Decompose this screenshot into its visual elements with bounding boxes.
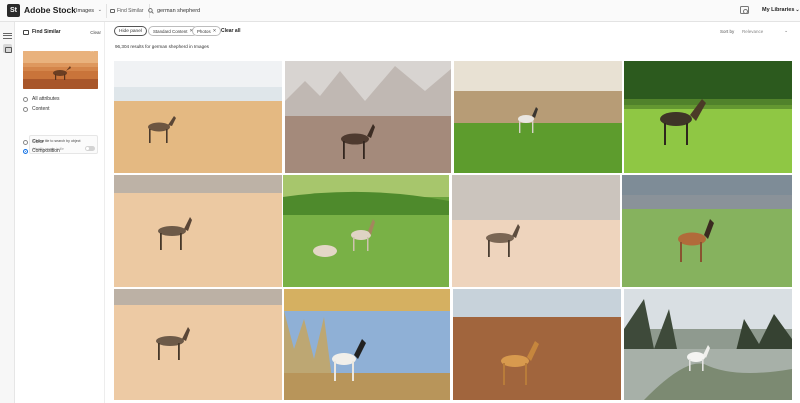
image-icon — [110, 9, 115, 13]
option-composition[interactable]: Composition — [23, 148, 60, 154]
find-similar-button[interactable]: Find Similar — [110, 4, 151, 18]
chip-label: Standard Content — [153, 28, 188, 34]
option-label: Color — [32, 139, 44, 145]
visual-search-icon[interactable] — [3, 44, 12, 53]
filter-chip-photos[interactable]: Photos ✕ — [192, 26, 222, 36]
chip-label: Photos — [197, 28, 211, 34]
clear-all-button[interactable]: Clear all — [221, 28, 240, 34]
result-image[interactable] — [284, 289, 450, 400]
libraries-label: My Libraries — [762, 7, 795, 13]
result-image[interactable] — [622, 175, 792, 287]
brand-name[interactable]: Adobe Stock — [24, 5, 76, 15]
find-similar-label: Find Similar — [117, 8, 144, 14]
sort-select[interactable]: Relevance ⌄ — [740, 27, 792, 35]
adobe-stock-logo[interactable]: St — [7, 4, 20, 17]
left-rail — [0, 22, 15, 403]
hide-panel-label: Hide panel — [119, 28, 142, 34]
close-icon[interactable]: ✕ — [90, 48, 95, 54]
image-icon — [23, 29, 29, 35]
result-image[interactable] — [114, 289, 282, 400]
find-similar-panel: Find Similar Clear ✕ All attributes Cont… — [15, 22, 105, 403]
identify-people-toggle[interactable] — [85, 146, 95, 151]
result-image[interactable] — [624, 289, 792, 400]
radio-icon — [23, 96, 28, 102]
result-image[interactable] — [114, 61, 282, 173]
hide-panel-button[interactable]: Hide panel — [114, 26, 147, 36]
filter-icon[interactable] — [3, 31, 12, 40]
libraries-menu[interactable]: My Libraries⌄ — [762, 7, 800, 13]
panel-title: Find Similar — [32, 29, 61, 35]
result-image[interactable] — [452, 175, 620, 287]
chevron-down-icon: ⌄ — [795, 7, 800, 13]
asset-type-select[interactable]: Images ⌄ — [72, 4, 107, 18]
result-image[interactable] — [283, 175, 449, 287]
option-color[interactable]: Color — [23, 139, 44, 145]
asset-type-value: Images — [76, 8, 95, 14]
radio-icon — [23, 106, 28, 112]
radio-icon — [23, 139, 28, 145]
panel-header: Find Similar Clear — [23, 27, 101, 37]
top-bar: St Adobe Stock Images ⌄ Find Similar My … — [0, 0, 800, 22]
result-image[interactable] — [114, 175, 282, 287]
sort-value: Relevance — [742, 28, 764, 34]
search-bar — [148, 4, 753, 18]
option-label: All attributes — [32, 96, 60, 102]
option-all-attributes[interactable]: All attributes — [23, 96, 60, 102]
search-input[interactable] — [157, 8, 457, 14]
chevron-down-icon: ⌄ — [97, 7, 102, 13]
option-label: Composition — [32, 148, 60, 154]
close-icon[interactable]: ✕ — [213, 28, 217, 34]
result-image[interactable] — [624, 61, 792, 173]
radio-selected-icon — [23, 148, 28, 154]
option-content[interactable]: Content — [23, 106, 50, 112]
result-image[interactable] — [453, 289, 621, 400]
results-count: 96,304 results for german shepherd in Im… — [115, 44, 209, 49]
search-icon — [148, 8, 154, 14]
result-image[interactable] — [285, 61, 451, 173]
result-image[interactable] — [454, 61, 622, 173]
filter-chip-standard-content[interactable]: Standard Content ✕ — [148, 26, 199, 36]
chevron-down-icon: ⌄ — [784, 28, 788, 33]
sort-label: Sort by — [720, 29, 735, 34]
camera-icon[interactable] — [740, 6, 749, 14]
option-label: Content — [32, 106, 50, 112]
reference-image[interactable] — [23, 51, 98, 89]
panel-clear-button[interactable]: Clear — [90, 30, 101, 35]
